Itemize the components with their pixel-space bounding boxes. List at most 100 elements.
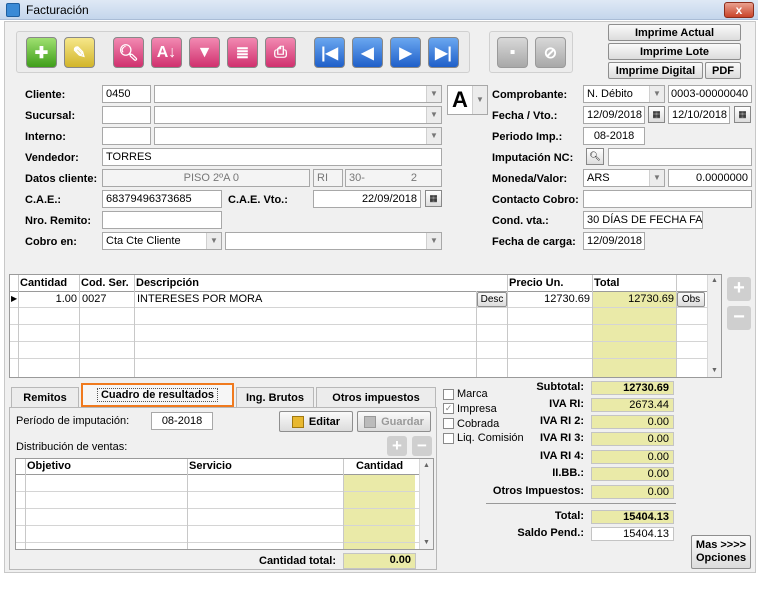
tab-remitos[interactable]: Remitos xyxy=(11,387,79,407)
moneda-value: ARS xyxy=(587,172,610,184)
obs-button[interactable]: Obs xyxy=(677,292,705,307)
liq-comision-checkbox[interactable] xyxy=(443,433,454,444)
distribucion-grid: Objetivo Servicio Cantidad ▲ ▼ xyxy=(15,458,434,550)
total-value: 15404.13 xyxy=(591,510,674,524)
editar-button[interactable]: Editar xyxy=(279,411,353,432)
col-cantidad[interactable]: Cantidad xyxy=(20,277,67,289)
iibb-label: II.BB.: xyxy=(552,467,584,479)
cobro-en-select[interactable]: Cta Cte Cliente ▼ xyxy=(102,232,222,250)
moneda-select[interactable]: ARS ▼ xyxy=(583,169,665,187)
cobro-en-value: Cta Cte Cliente xyxy=(106,235,181,247)
previous-record-icon[interactable]: ◀ xyxy=(352,37,383,68)
guardar-button[interactable]: Guardar xyxy=(357,411,431,432)
filter-icon[interactable]: ▼ xyxy=(189,37,220,68)
report-icon[interactable]: ≣ xyxy=(227,37,258,68)
save-small-icon xyxy=(364,415,377,428)
cae-field[interactable]: 68379496373685 xyxy=(102,190,222,208)
totals-divider xyxy=(486,503,676,504)
search-icon[interactable]: 🔍︎ xyxy=(113,37,144,68)
print-icon[interactable]: ⎙ xyxy=(265,37,296,68)
dist-scroll-down-icon[interactable]: ▼ xyxy=(423,539,430,546)
cae-vto-field[interactable]: 22/09/2018 xyxy=(313,190,421,208)
cell-cod[interactable]: 0027 xyxy=(82,293,106,305)
comprobante-type-select[interactable]: N. Débito ▼ xyxy=(583,85,665,103)
tab-ing-brutos[interactable]: Ing. Brutos xyxy=(236,387,314,407)
scroll-down-icon[interactable]: ▼ xyxy=(711,367,718,374)
add-distribucion-icon[interactable]: + xyxy=(387,436,407,456)
tab-cuadro-resultados[interactable]: Cuadro de resultados xyxy=(81,383,234,407)
iva-ri4-value: 0.00 xyxy=(591,450,674,464)
desc-button[interactable]: Desc xyxy=(477,292,507,307)
cond-vta-field[interactable]: 30 DÍAS DE FECHA FAC xyxy=(583,211,703,229)
cell-cantidad[interactable]: 1.00 xyxy=(19,293,77,305)
impresa-checkbox[interactable]: ✓ xyxy=(443,403,454,414)
first-record-icon[interactable]: |◀ xyxy=(314,37,345,68)
col-objetivo[interactable]: Objetivo xyxy=(27,460,71,472)
col-servicio[interactable]: Servicio xyxy=(189,460,232,472)
close-button[interactable]: x xyxy=(724,2,754,18)
remove-distribucion-icon[interactable]: − xyxy=(412,436,432,456)
vto-calendar-icon[interactable]: ▦ xyxy=(734,106,751,123)
col-cantidad-dist[interactable]: Cantidad xyxy=(356,460,403,472)
cae-vto-label: C.A.E. Vto.: xyxy=(228,194,288,206)
save-icon[interactable]: ▪ xyxy=(497,37,528,68)
imprime-lote-button[interactable]: Imprime Lote xyxy=(608,43,741,60)
iva-ri3-value: 0.00 xyxy=(591,432,674,446)
cae-label: C.A.E.: xyxy=(25,194,62,206)
last-record-icon[interactable]: ▶| xyxy=(428,37,459,68)
cell-total[interactable]: 12730.69 xyxy=(593,293,674,305)
periodo-imputacion-label: Período de imputación: xyxy=(16,415,130,427)
interno-name-field[interactable]: ▼ xyxy=(154,127,442,145)
add-row-icon[interactable]: + xyxy=(727,277,751,301)
col-descripcion[interactable]: Descripción xyxy=(136,277,199,289)
items-scrollbar[interactable]: ▲ ▼ xyxy=(707,275,721,377)
sucursal-name-field[interactable]: ▼ xyxy=(154,106,442,124)
pdf-button[interactable]: PDF xyxy=(705,62,741,79)
fecha-calendar-icon[interactable]: ▦ xyxy=(648,106,665,123)
calendar-icon[interactable]: ▦ xyxy=(425,190,442,207)
cliente-name-field[interactable]: ▼ xyxy=(154,85,442,103)
imprime-actual-button[interactable]: Imprime Actual xyxy=(608,24,741,41)
scroll-up-icon[interactable]: ▲ xyxy=(711,277,718,284)
cliente-code-field[interactable]: 0450 xyxy=(102,85,151,103)
edit-document-icon[interactable]: ✎ xyxy=(64,37,95,68)
col-cod-ser[interactable]: Cod. Ser. xyxy=(81,277,129,289)
periodo-imputacion-field[interactable]: 08-2018 xyxy=(151,412,213,430)
vendedor-field[interactable]: TORRES xyxy=(102,148,442,166)
col-total[interactable]: Total xyxy=(594,277,619,289)
sucursal-code-field[interactable] xyxy=(102,106,151,124)
distribucion-scrollbar[interactable]: ▲ ▼ xyxy=(419,459,433,549)
cell-descripcion[interactable]: INTERESES POR MORA xyxy=(137,293,262,305)
datos-cliente-cuit: 30- 2 xyxy=(345,169,442,187)
remove-row-icon[interactable]: − xyxy=(727,306,751,330)
iva-ri3-label: IVA RI 3: xyxy=(539,432,584,444)
contacto-cobro-field[interactable] xyxy=(583,190,752,208)
moneda-rate-field[interactable]: 0.0000000 xyxy=(668,169,752,187)
comprobante-number-field[interactable]: 0003-00000040 xyxy=(668,85,752,103)
cobro-en-detail-select[interactable]: ▼ xyxy=(225,232,442,250)
periodo-imp-field[interactable]: 08-2018 xyxy=(583,127,645,145)
table-row[interactable]: 1.00 0027 INTERESES POR MORA Desc 12730.… xyxy=(10,292,707,307)
add-icon[interactable]: ✚ xyxy=(26,37,57,68)
imputacion-search-icon[interactable]: 🔍︎ xyxy=(586,148,604,165)
marca-checkbox[interactable] xyxy=(443,389,454,400)
tab-otros-impuestos[interactable]: Otros impuestos xyxy=(316,387,436,407)
vto-field[interactable]: 12/10/2018 xyxy=(668,106,730,124)
interno-code-field[interactable] xyxy=(102,127,151,145)
dist-scroll-up-icon[interactable]: ▲ xyxy=(423,462,430,469)
cobrada-checkbox[interactable] xyxy=(443,418,454,429)
iva-ri-label: IVA RI: xyxy=(549,398,584,410)
cell-precio[interactable]: 12730.69 xyxy=(508,293,590,305)
comprobante-letter[interactable]: A ▼ xyxy=(447,85,488,115)
cancel-icon[interactable]: ⊘ xyxy=(535,37,566,68)
mas-opciones-button[interactable]: Mas >>>> Opciones xyxy=(691,535,751,569)
next-record-icon[interactable]: ▶ xyxy=(390,37,421,68)
datos-cliente-label: Datos cliente: xyxy=(25,173,98,185)
imprime-digital-button[interactable]: Imprime Digital xyxy=(608,62,703,79)
nro-remito-field[interactable] xyxy=(102,211,222,229)
fecha-field[interactable]: 12/09/2018 xyxy=(583,106,645,124)
sort-icon[interactable]: A↓ xyxy=(151,37,182,68)
col-precio[interactable]: Precio Un. xyxy=(509,277,563,289)
cobro-en-label: Cobro en: xyxy=(25,236,77,248)
imputacion-nc-field[interactable] xyxy=(608,148,752,166)
